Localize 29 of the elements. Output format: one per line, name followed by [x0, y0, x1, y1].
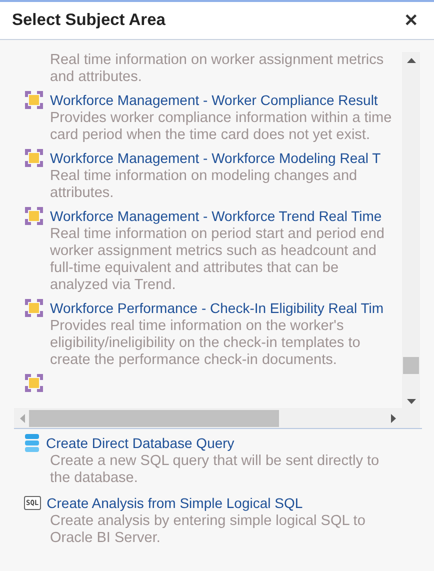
subject-area-link[interactable]: Workforce Management - Worker Compliance Result	[50, 92, 378, 108]
action-link[interactable]: Create Direct Database Query	[46, 435, 234, 451]
subject-area-description: Provides worker compliance information within a time card period when the time card does not yet exist.	[50, 110, 392, 144]
scroll-left-icon[interactable]	[20, 414, 25, 422]
subject-area-description: Real time information on period start and period end worker assignment metrics such as headcount and full-time equivalent and attributes that can be analyzed via Trend.	[50, 226, 386, 294]
close-button[interactable]: ✕	[404, 10, 418, 31]
vertical-scrollbar[interactable]	[402, 52, 420, 408]
subject-area-icon	[24, 148, 44, 168]
subject-area-link[interactable]: Workforce Management - Workforce Trend Real Time	[50, 208, 382, 224]
horizontal-scrollbar[interactable]	[14, 408, 402, 428]
subject-area-link[interactable]: Workforce Performance - Check-In Eligibility Real Tim	[50, 300, 384, 316]
action-link[interactable]: Create Analysis from Simple Logical SQL	[46, 495, 303, 511]
scroll-down-icon[interactable]	[406, 399, 416, 404]
action-description: Create a new SQL query that will be sent directly to the database.	[50, 453, 380, 487]
scrollbar-thumb[interactable]	[29, 410, 279, 426]
subject-area-icon	[24, 298, 44, 318]
subject-area-icon	[24, 206, 44, 226]
subject-area-description: Provides real time information on the worker's eligibility/ineligibility on the check-in templates to create the performance check-in documents.	[50, 318, 362, 369]
scroll-up-icon[interactable]	[406, 58, 416, 63]
subject-area-icon	[24, 373, 44, 393]
subject-area-description: Real time information on worker assignment metrics and attributes.	[50, 52, 385, 86]
database-icon	[24, 433, 40, 453]
subject-area-icon	[24, 90, 44, 110]
scrollbar-thumb[interactable]	[403, 357, 419, 374]
scroll-right-icon[interactable]	[391, 414, 396, 422]
subject-area-description: Real time information on modeling changes and attributes.	[50, 168, 358, 202]
dialog-title: Select Subject Area	[12, 11, 166, 30]
action-description: Create analysis by entering simple logical SQL to Oracle BI Server.	[50, 513, 366, 547]
subject-area-link[interactable]: Workforce Management - Workforce Modeling Real T	[50, 150, 381, 166]
